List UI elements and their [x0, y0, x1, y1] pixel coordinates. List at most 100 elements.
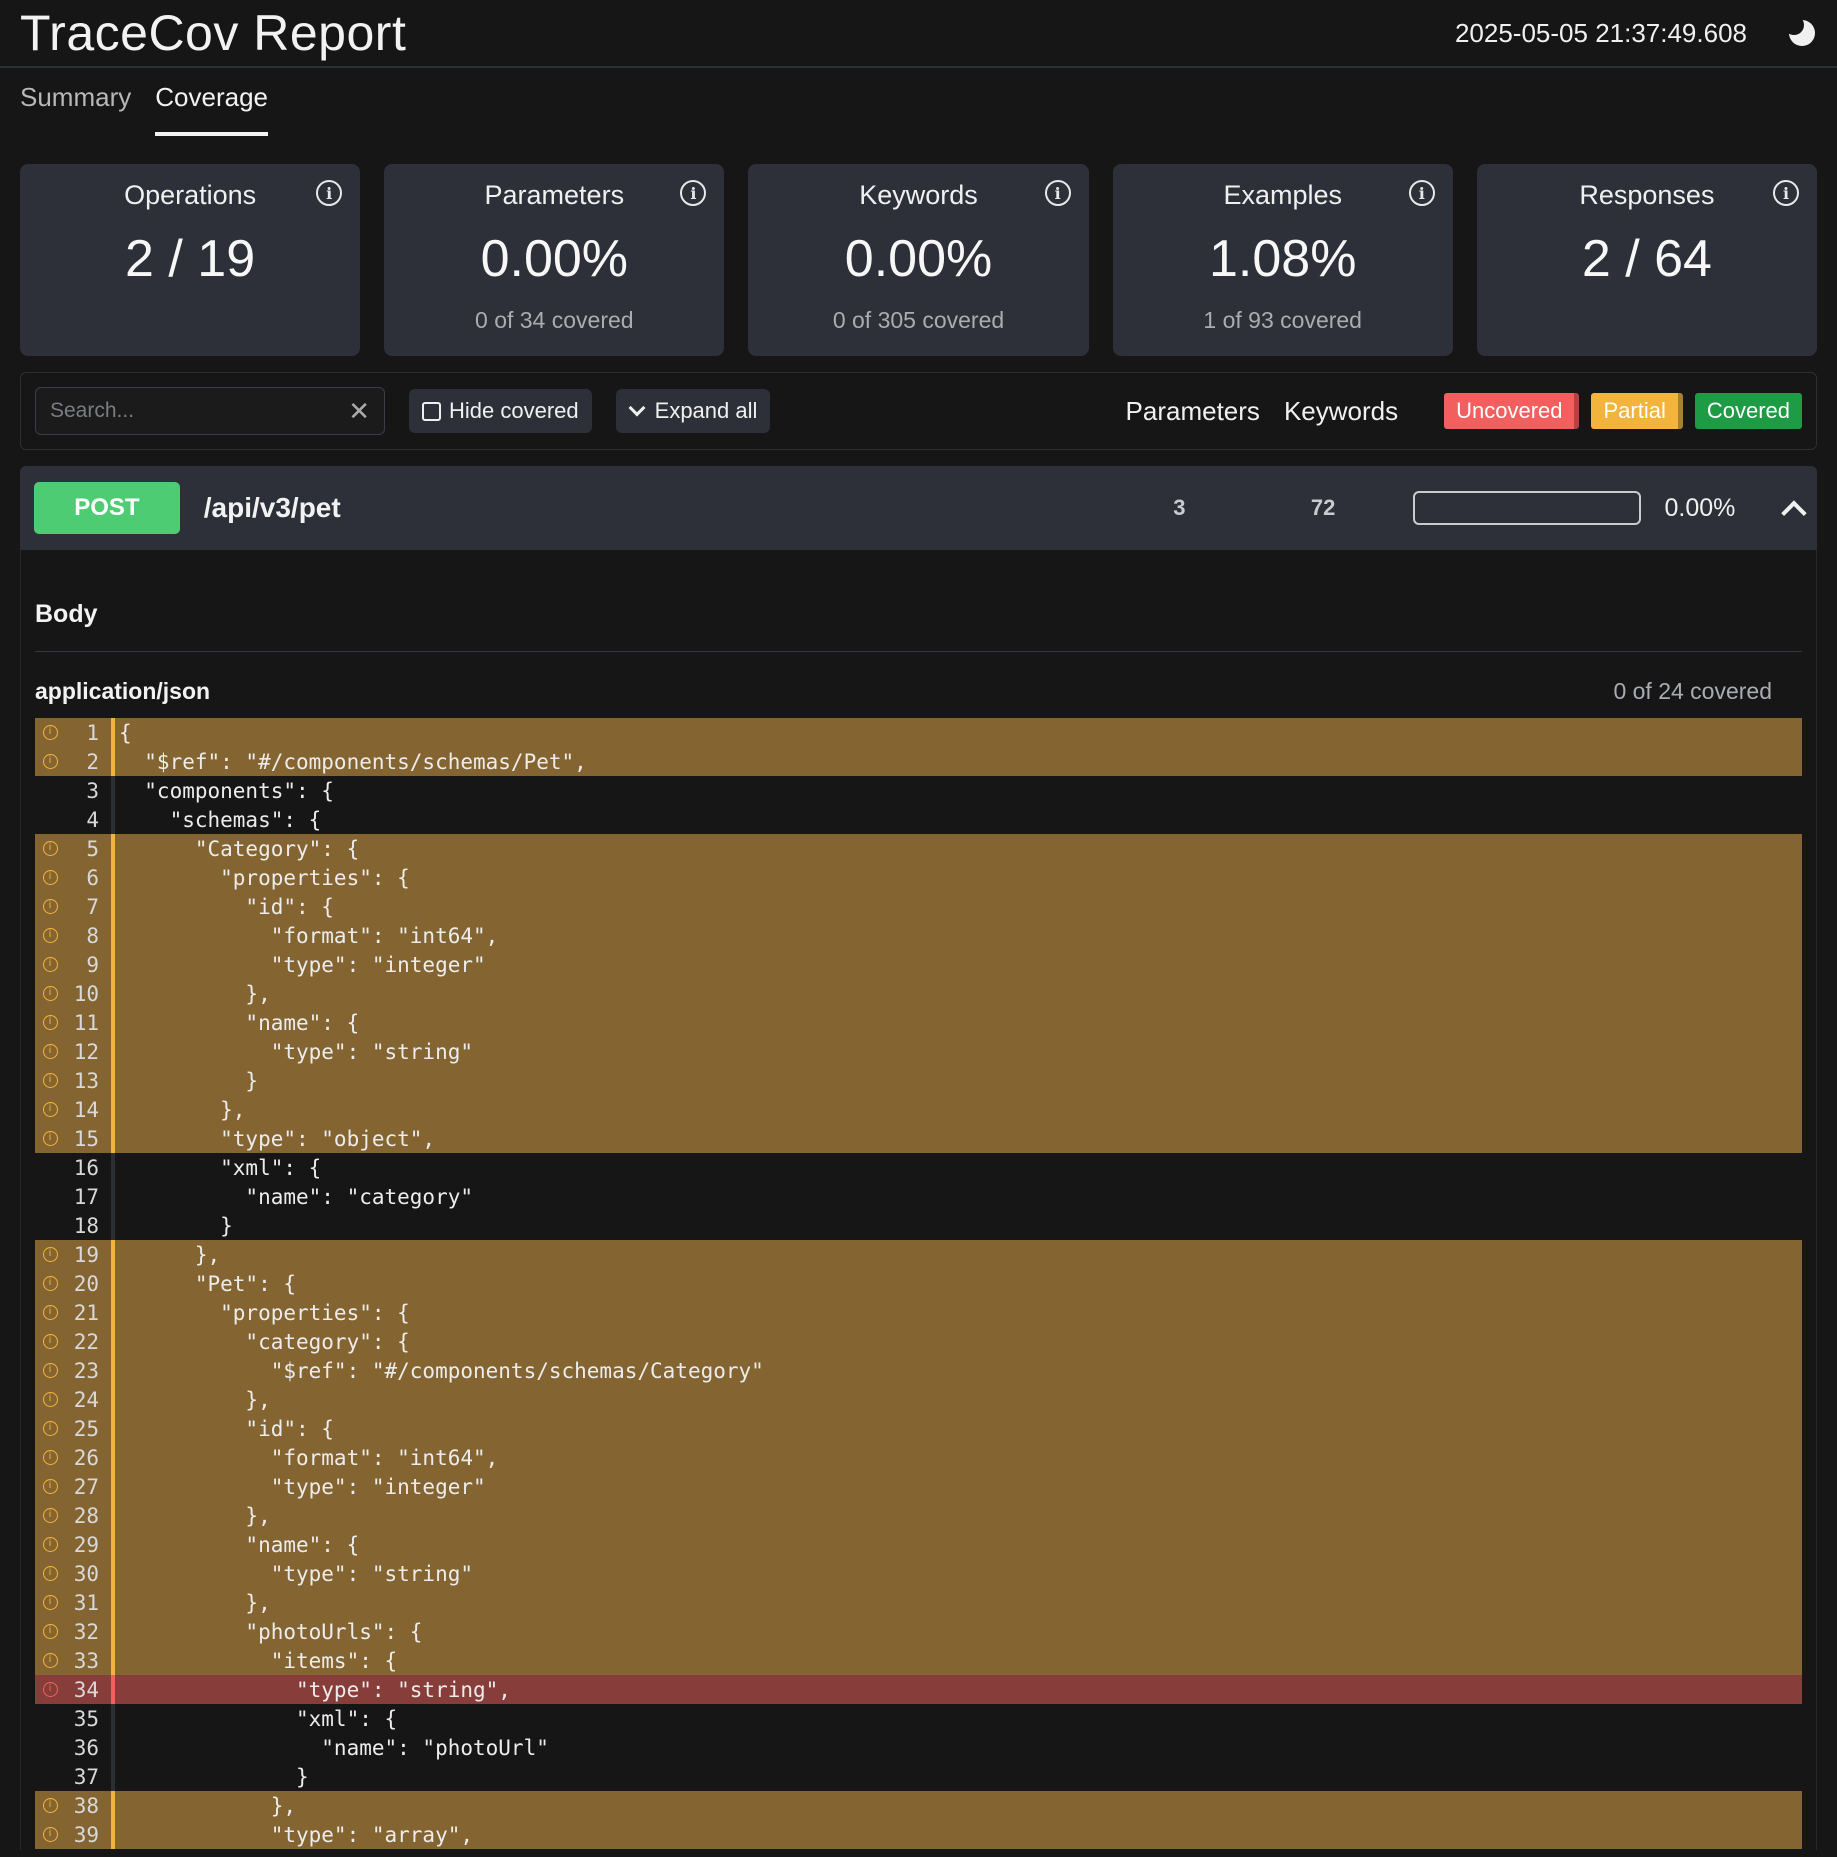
- line-number: 29: [73, 1532, 99, 1557]
- code-line: i 8 "format": "int64",: [35, 921, 1802, 950]
- code-text: "Category": {: [119, 836, 360, 861]
- summary-cards: Operations 2 / 19 i Parameters 0.00% 0 o…: [0, 136, 1837, 356]
- code-text: "properties": {: [119, 865, 410, 890]
- info-icon[interactable]: i: [42, 1131, 58, 1146]
- info-icon[interactable]: i: [42, 1827, 58, 1842]
- code-line: i 23 "$ref": "#/components/schemas/Catego…: [35, 1356, 1802, 1385]
- code-text: {: [119, 720, 132, 745]
- code-line: i 29 "name": {: [35, 1530, 1802, 1559]
- line-number: 26: [73, 1445, 99, 1470]
- card-subtitle: 0 of 34 covered: [475, 307, 634, 333]
- hide-covered-button[interactable]: Hide covered: [409, 389, 592, 433]
- info-icon[interactable]: i: [42, 1653, 58, 1668]
- info-icon[interactable]: i: [42, 986, 58, 1001]
- code-line: 37 }: [35, 1762, 1802, 1791]
- info-icon[interactable]: i: [42, 1421, 58, 1436]
- card-examples: Examples 1.08% 1 of 93 covered i: [1112, 164, 1453, 356]
- clear-search-icon[interactable]: ✕: [348, 396, 370, 427]
- code-text: "name": {: [119, 1010, 360, 1035]
- info-icon[interactable]: i: [42, 754, 58, 769]
- operation-body: Body application/json 0 of 24 covered i1…: [20, 550, 1817, 1850]
- gutter: i: [35, 1363, 65, 1378]
- tab-coverage[interactable]: Coverage: [155, 82, 268, 136]
- method-badge: POST: [34, 482, 180, 534]
- card-title: Operations: [124, 180, 257, 210]
- info-icon[interactable]: i: [42, 1595, 58, 1610]
- info-icon[interactable]: i: [42, 928, 58, 943]
- coverage-marker: [111, 834, 115, 863]
- info-icon[interactable]: i: [42, 1450, 58, 1465]
- line-number: 34: [73, 1677, 99, 1702]
- operation-header[interactable]: POST /api/v3/pet 3 72 0.00%: [20, 466, 1817, 550]
- code-text: },: [119, 1387, 271, 1412]
- info-icon[interactable]: i: [42, 1392, 58, 1407]
- code-text: "photoUrls": {: [119, 1619, 423, 1644]
- gutter: i: [35, 1595, 65, 1610]
- info-icon[interactable]: i: [42, 841, 58, 856]
- card-value: 0.00%: [844, 230, 993, 288]
- dark-mode-moon-icon[interactable]: [1784, 15, 1817, 48]
- code-line: 18 }: [35, 1211, 1802, 1240]
- line-number: 3: [86, 778, 99, 803]
- line-number: 32: [73, 1619, 99, 1644]
- code-text: },: [119, 1242, 221, 1267]
- code-line: 3 "components": {: [35, 776, 1802, 805]
- info-icon[interactable]: i: [42, 725, 58, 740]
- parameters-link[interactable]: Parameters: [1126, 396, 1260, 427]
- gutter: i: [35, 1044, 65, 1059]
- schema-code-view: i 1 {i 2 "$ref": "#/components/schemas/Pet"…: [35, 718, 1802, 1849]
- code-line: i 12 "type": "string": [35, 1037, 1802, 1066]
- info-icon[interactable]: i: [42, 1044, 58, 1059]
- gutter: i: [35, 1247, 65, 1262]
- info-icon[interactable]: i: [42, 899, 58, 914]
- keywords-link[interactable]: Keywords: [1284, 396, 1398, 427]
- info-icon[interactable]: i: [42, 1363, 58, 1378]
- code-text: "$ref": "#/components/schemas/Pet",: [119, 749, 587, 774]
- coverage-marker: [111, 1298, 115, 1327]
- info-icon[interactable]: i: [42, 1537, 58, 1552]
- coverage-marker: [111, 1588, 115, 1617]
- gutter: i: [35, 1015, 65, 1030]
- gutter: i: [35, 1131, 65, 1146]
- info-icon[interactable]: i: [42, 1015, 58, 1030]
- code-line: i 15 "type": "object",: [35, 1124, 1802, 1153]
- code-text: "type": "integer": [119, 952, 486, 977]
- info-icon[interactable]: i: [42, 1102, 58, 1117]
- expand-all-label: Expand all: [654, 398, 758, 423]
- gutter: i: [35, 1421, 65, 1436]
- info-icon[interactable]: i: [42, 957, 58, 972]
- info-icon[interactable]: i: [42, 1247, 58, 1262]
- code-text: },: [119, 1503, 271, 1528]
- coverage-marker: [111, 805, 115, 834]
- info-icon[interactable]: i: [42, 1624, 58, 1639]
- gutter: i: [35, 1508, 65, 1523]
- info-icon[interactable]: i: [42, 1305, 58, 1320]
- info-icon[interactable]: i: [42, 1682, 58, 1697]
- info-icon[interactable]: i: [42, 1073, 58, 1088]
- search-input[interactable]: [50, 399, 349, 423]
- info-icon[interactable]: i: [42, 1566, 58, 1581]
- info-icon[interactable]: i: [42, 1479, 58, 1494]
- collapse-chevron-up-icon[interactable]: [1781, 500, 1807, 526]
- gutter: i: [35, 1566, 65, 1581]
- code-line: i 9 "type": "integer": [35, 950, 1802, 979]
- info-icon[interactable]: i: [42, 1334, 58, 1349]
- code-line: i 10 },: [35, 979, 1802, 1008]
- info-icon[interactable]: i: [1408, 180, 1435, 206]
- info-icon[interactable]: i: [42, 1276, 58, 1291]
- expand-all-button[interactable]: Expand all: [615, 389, 771, 433]
- tab-summary[interactable]: Summary: [20, 82, 131, 136]
- info-icon[interactable]: i: [1044, 180, 1071, 206]
- coverage-marker: [111, 1124, 115, 1153]
- operation-count-a: 3: [1173, 495, 1186, 520]
- line-number: 13: [73, 1068, 99, 1093]
- info-icon[interactable]: i: [42, 870, 58, 885]
- info-icon[interactable]: i: [42, 1508, 58, 1523]
- gutter: i: [35, 957, 65, 972]
- line-number: 37: [73, 1764, 99, 1789]
- coverage-progress-bar: [1413, 491, 1641, 525]
- info-icon[interactable]: i: [42, 1798, 58, 1813]
- code-text: "items": {: [119, 1648, 398, 1673]
- info-icon[interactable]: i: [1773, 180, 1800, 206]
- code-line: i 7 "id": {: [35, 892, 1802, 921]
